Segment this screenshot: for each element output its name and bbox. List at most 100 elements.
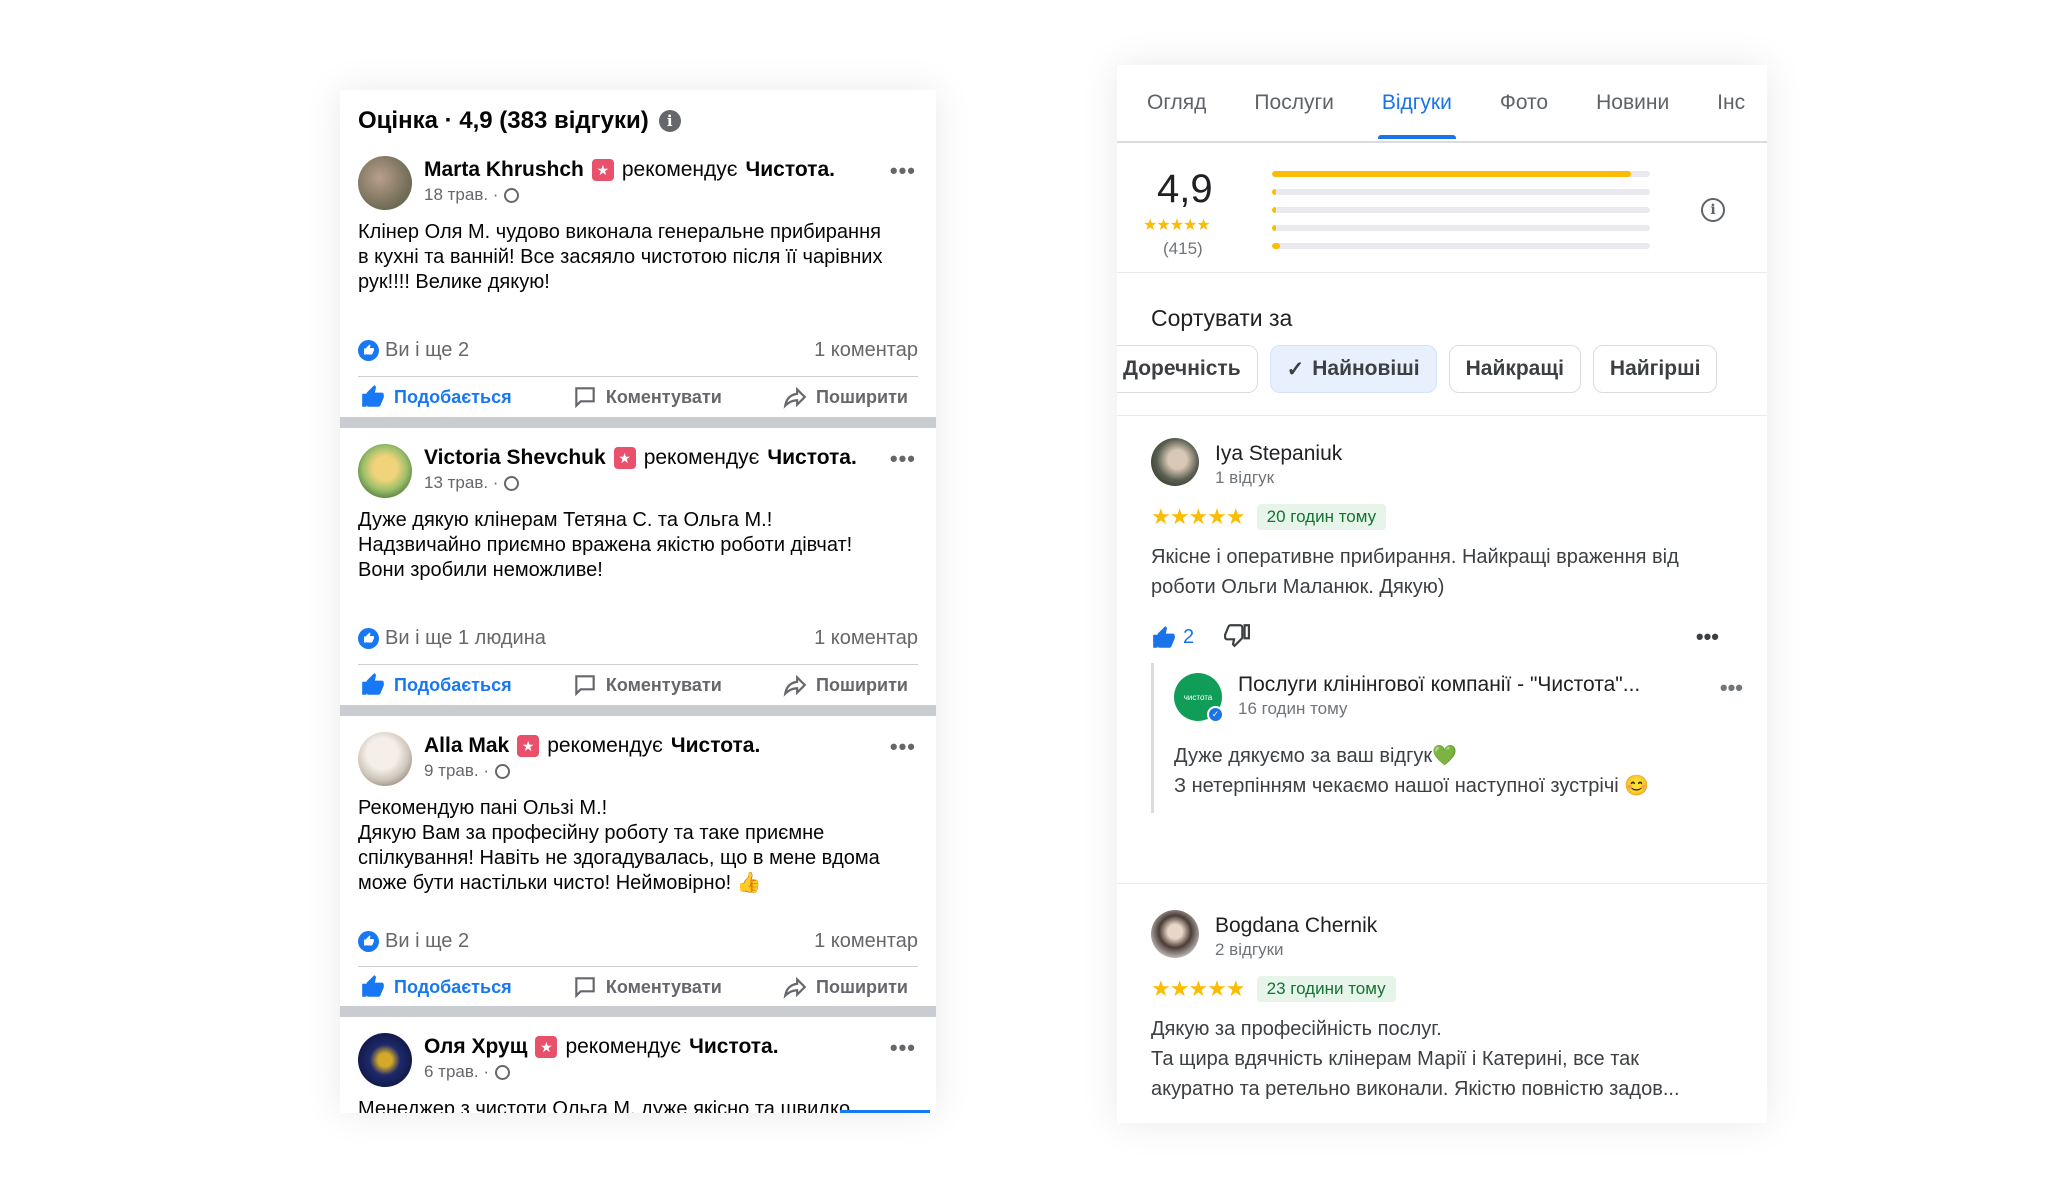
fb-brand-link[interactable]: Чистота.: [671, 734, 760, 758]
comment-icon: [575, 387, 595, 409]
fb-recommends-text: рекомендує: [565, 1035, 682, 1058]
like-circle-icon: [358, 339, 379, 361]
rating-bar-fill: [1272, 207, 1276, 213]
tab-overview[interactable]: Огляд: [1147, 91, 1206, 115]
fb-post-date[interactable]: 18 трав. ·: [424, 185, 498, 205]
comment-button[interactable]: Коментувати: [572, 974, 722, 1000]
fb-recommends-text: рекомендує: [621, 158, 738, 181]
reviewer-name[interactable]: Iya Stepaniuk: [1215, 442, 1342, 466]
fb-like-count[interactable]: Ви і ще 2: [358, 339, 469, 362]
fb-comment-count[interactable]: 1 коментар: [814, 339, 918, 362]
more-options-icon[interactable]: •••: [890, 1035, 916, 1061]
sort-worst-chip[interactable]: Найгірші: [1592, 345, 1718, 393]
comment-icon: [575, 977, 595, 999]
more-options-icon[interactable]: •••: [890, 158, 916, 184]
check-icon: ✓: [1286, 357, 1305, 381]
more-options-icon[interactable]: •••: [890, 734, 916, 760]
like-button[interactable]: Подобається: [360, 974, 512, 1000]
reply-time: 16 годин тому: [1238, 699, 1348, 718]
share-button[interactable]: Поширити: [782, 384, 908, 410]
avatar[interactable]: [1151, 438, 1199, 486]
review-time-badge: 23 години тому: [1256, 976, 1396, 1002]
review-item: Bogdana Chernik 2 відгуки ★★★★★ 23 годин…: [1151, 910, 1733, 1104]
tab-news[interactable]: Новини: [1596, 91, 1669, 115]
info-icon[interactable]: i: [658, 110, 681, 132]
sort-best-chip[interactable]: Найкращі: [1448, 345, 1581, 393]
globe-icon: [504, 187, 520, 203]
average-rating: 4,9: [1157, 167, 1213, 211]
review-stars: ★★★★★: [1151, 504, 1246, 529]
tab-other[interactable]: Інс: [1717, 91, 1745, 115]
recommend-star-icon: ★: [517, 735, 540, 757]
fb-post-text: Дуже дякую клінерам Тетяна С. та Ольга М…: [358, 509, 853, 581]
like-button[interactable]: Подобається: [360, 384, 512, 410]
like-circle-icon: [358, 930, 379, 952]
share-icon: [783, 976, 807, 999]
google-reviews-panel: Огляд Послуги Відгуки Фото Новини Інс 4,…: [1117, 65, 1767, 1123]
fb-brand-link[interactable]: Чистота.: [746, 158, 835, 182]
fb-like-count[interactable]: Ви і ще 2: [358, 930, 469, 953]
avatar[interactable]: [358, 156, 412, 210]
tab-services[interactable]: Послуги: [1254, 91, 1333, 115]
fb-comment-count[interactable]: 1 коментар: [814, 930, 918, 953]
like-button[interactable]: Подобається: [360, 672, 512, 698]
avatar[interactable]: [358, 444, 412, 498]
fb-brand-link[interactable]: Чистота.: [767, 446, 856, 470]
comment-button[interactable]: Коментувати: [572, 672, 722, 698]
fb-brand-link[interactable]: Чистота.: [689, 1035, 778, 1059]
fb-like-count[interactable]: Ви і ще 1 людина: [358, 627, 546, 650]
more-options-icon[interactable]: •••: [890, 446, 916, 472]
reviewer-review-count: 1 відгук: [1215, 468, 1275, 487]
fb-author-name[interactable]: Victoria Shevchuk: [424, 446, 606, 470]
tab-reviews[interactable]: Відгуки: [1377, 91, 1456, 139]
sort-newest-chip[interactable]: ✓ Найновіші: [1269, 345, 1437, 393]
rating-bar-fill: [1272, 225, 1276, 231]
company-avatar[interactable]: чистота ✓: [1174, 673, 1224, 723]
fb-comment-count[interactable]: 1 коментар: [814, 627, 918, 650]
post-separator: [340, 417, 936, 428]
fb-author-name[interactable]: Marta Khrushch: [424, 158, 584, 182]
share-icon: [783, 674, 807, 697]
rating-bar-fill: [1272, 171, 1632, 177]
thumbs-up-icon: [362, 385, 384, 407]
rating-bar-4[interactable]: [1272, 189, 1650, 195]
fb-post-text: Менеджер з чистоти Ольга М. дуже якісно …: [358, 1098, 851, 1113]
reply-author-name[interactable]: Послуги клінінгової компанії - "Чистота"…: [1238, 673, 1733, 697]
fb-post: Marta Khrushch ★ рекомендує Чистота. 18 …: [340, 140, 936, 417]
share-button[interactable]: Поширити: [782, 672, 908, 698]
post-separator: [340, 1006, 936, 1017]
sort-relevance-chip[interactable]: Доречність: [1117, 345, 1258, 393]
not-helpful-button[interactable]: [1224, 622, 1251, 653]
fb-rating-header: Оцінка · 4,9 (383 відгуки) i: [340, 90, 936, 140]
post-separator: [340, 705, 936, 716]
fb-post-text: Клінер Оля М. чудово виконала генеральне…: [358, 221, 883, 293]
fb-post-date[interactable]: 9 трав. ·: [424, 761, 489, 781]
reviewer-name[interactable]: Bogdana Chernik: [1215, 914, 1377, 938]
comment-icon: [575, 675, 595, 697]
fb-post-date[interactable]: 13 трав. ·: [424, 473, 498, 493]
tab-photos[interactable]: Фото: [1500, 91, 1548, 115]
helpful-button[interactable]: 2: [1151, 625, 1194, 651]
review-count: (415): [1163, 239, 1203, 258]
more-options-icon[interactable]: •••: [1696, 624, 1719, 650]
rating-bar-2[interactable]: [1272, 225, 1650, 231]
avatar[interactable]: [1151, 910, 1199, 958]
facebook-reviews-panel: Оцінка · 4,9 (383 відгуки) i Marta Khrus…: [340, 90, 936, 1113]
fb-author-name[interactable]: Оля Хрущ: [424, 1035, 527, 1059]
avatar[interactable]: [358, 732, 412, 786]
rating-bar-3[interactable]: [1272, 207, 1650, 213]
sort-chips: Доречність ✓ Найновіші Найкращі Найгірші: [1117, 345, 1718, 393]
fb-post-date[interactable]: 6 трав. ·: [424, 1062, 489, 1082]
fb-author-name[interactable]: Alla Mak: [424, 734, 509, 758]
more-options-icon[interactable]: •••: [1720, 675, 1743, 701]
avatar[interactable]: [358, 1033, 412, 1087]
info-icon[interactable]: i: [1701, 198, 1725, 222]
tab-bar: Огляд Послуги Відгуки Фото Новини Інс: [1117, 65, 1767, 143]
comment-button[interactable]: Коментувати: [572, 384, 722, 410]
reviewer-review-count: 2 відгуки: [1215, 940, 1284, 959]
thumbs-down-icon: [1224, 624, 1251, 648]
rating-bar-5[interactable]: [1272, 171, 1650, 177]
fb-rating-title: Оцінка · 4,9 (383 відгуки): [358, 107, 649, 134]
rating-bar-1[interactable]: [1272, 243, 1650, 249]
share-button[interactable]: Поширити: [782, 974, 908, 1000]
